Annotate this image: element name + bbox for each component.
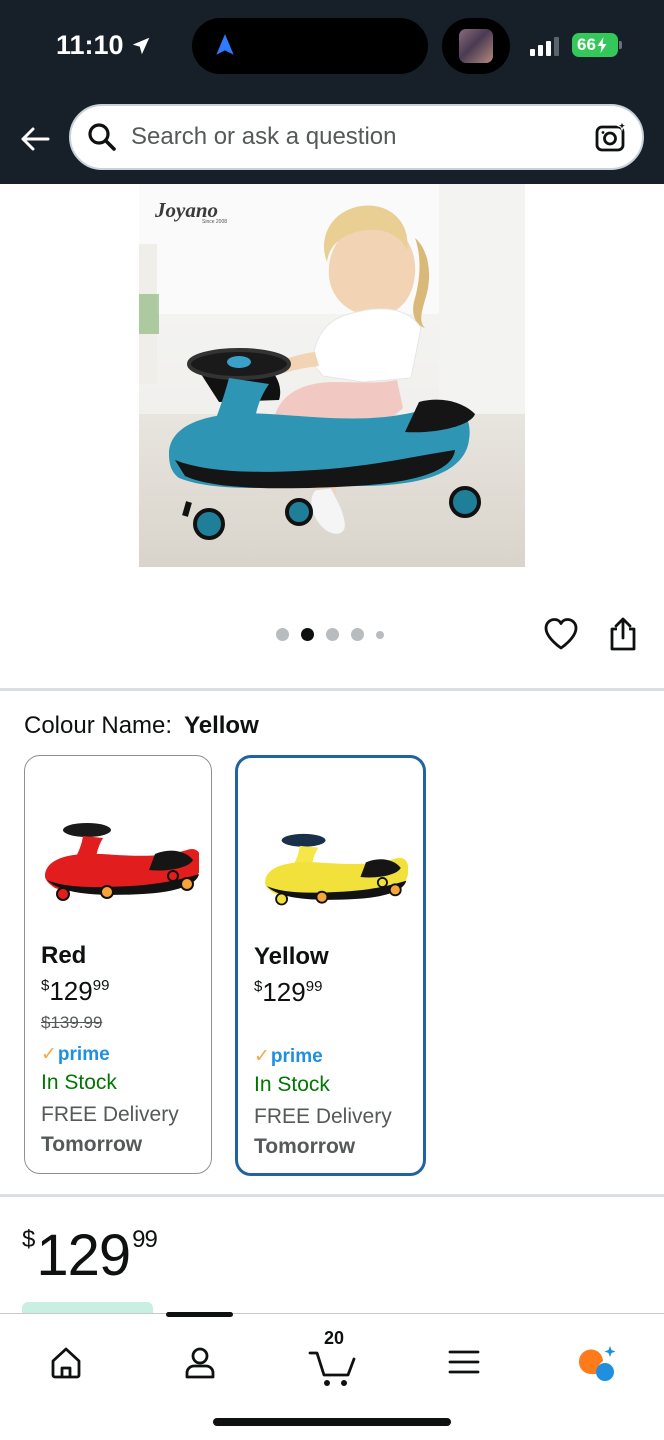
person-icon: [185, 1347, 215, 1379]
search-bar[interactable]: [69, 104, 644, 170]
battery-indicator: 66: [572, 33, 622, 57]
wishlist-heart-icon[interactable]: [543, 617, 579, 651]
charging-bolt-icon: [597, 37, 607, 53]
colour-name-label: Colour Name: Yellow: [24, 712, 259, 740]
search-input[interactable]: [131, 123, 571, 151]
location-arrow-icon: [132, 37, 149, 54]
variant-name: Yellow: [254, 943, 329, 970]
tab-menu[interactable]: [434, 1332, 494, 1392]
variant-card-yellow[interactable]: Yellow $12999 ✓ prime In Stock FREE Deliv…: [235, 755, 426, 1176]
variant-price-whole: 129: [262, 977, 306, 1007]
prime-badge: ✓ prime: [254, 1045, 323, 1068]
variant-price: $12999: [41, 976, 110, 1006]
active-tab-indicator: [166, 1312, 233, 1317]
prime-badge: ✓ prime: [41, 1043, 110, 1066]
home-icon: [51, 1347, 81, 1379]
status-time-text: 11:10: [56, 30, 124, 60]
carousel-dot[interactable]: [276, 628, 289, 641]
product-image[interactable]: Joyano Since 2008: [139, 184, 525, 567]
tab-account[interactable]: [170, 1332, 230, 1392]
now-playing-island: [442, 18, 510, 74]
stock-status: In Stock: [41, 1071, 117, 1094]
variant-card-red[interactable]: Red $12999 $139.99 ✓ prime In Stock FREE …: [24, 755, 212, 1174]
carousel-dot-active[interactable]: [301, 628, 314, 641]
album-art-thumbnail: [459, 29, 493, 63]
cellular-signal-icon: [530, 36, 559, 56]
search-icon: [88, 123, 116, 151]
share-icon[interactable]: [608, 616, 638, 652]
home-indicator: [213, 1418, 451, 1426]
prime-check-icon: ✓: [254, 1046, 270, 1067]
prime-label: prime: [270, 1045, 323, 1067]
ai-assistant-icon: [578, 1346, 616, 1381]
product-price: $12999: [22, 1222, 158, 1289]
carousel-dot[interactable]: [326, 628, 339, 641]
delivery-day: Tomorrow: [41, 1133, 143, 1156]
yellow-car-thumbnail: [265, 833, 408, 906]
variant-name: Red: [41, 942, 87, 969]
product-photo-illustration: [139, 184, 525, 567]
section-divider: [0, 688, 664, 691]
bottom-tab-bar: 20: [0, 1312, 664, 1440]
variant-price-cents: 99: [92, 977, 110, 994]
back-arrow-icon[interactable]: [18, 122, 52, 156]
variant-price: $12999: [254, 977, 323, 1007]
tab-cart[interactable]: 20: [302, 1328, 362, 1392]
carousel-dot[interactable]: [376, 630, 384, 639]
variant-price-whole: 129: [49, 976, 93, 1006]
cart-icon: [308, 1351, 356, 1386]
dynamic-island: [192, 18, 428, 74]
prime-label: prime: [57, 1043, 110, 1065]
prime-check-icon: ✓: [41, 1044, 57, 1065]
price-cents: 99: [132, 1226, 158, 1253]
brand-tagline: Since 2008: [202, 219, 228, 225]
camera-search-icon[interactable]: [594, 120, 628, 154]
variant-price-cents: 99: [305, 978, 323, 995]
variant-list-price: $139.99: [41, 1013, 103, 1032]
delivery-text: FREE Delivery: [254, 1105, 392, 1128]
app-header: 11:10 66: [0, 0, 664, 184]
cart-count-badge: 20: [323, 1328, 345, 1348]
delivery-text: FREE Delivery: [41, 1103, 179, 1126]
delivery-day: Tomorrow: [254, 1135, 356, 1158]
hamburger-menu-icon: [448, 1350, 480, 1374]
image-carousel-dots[interactable]: [276, 628, 384, 641]
red-car-thumbnail: [45, 823, 199, 901]
colour-name-title: Colour Name:: [24, 712, 173, 739]
navigation-arrow-icon: [216, 34, 234, 55]
tab-rufus-ai[interactable]: [566, 1332, 626, 1392]
selected-colour-value: Yellow: [184, 712, 259, 739]
price-currency-symbol: $: [22, 1226, 35, 1253]
carousel-dot[interactable]: [351, 628, 364, 641]
stock-status: In Stock: [254, 1073, 330, 1096]
battery-level: 66: [577, 35, 596, 54]
section-divider: [0, 1194, 664, 1197]
status-time: 11:10: [56, 30, 152, 61]
tab-home[interactable]: [36, 1332, 96, 1392]
price-whole: 129: [36, 1223, 131, 1288]
